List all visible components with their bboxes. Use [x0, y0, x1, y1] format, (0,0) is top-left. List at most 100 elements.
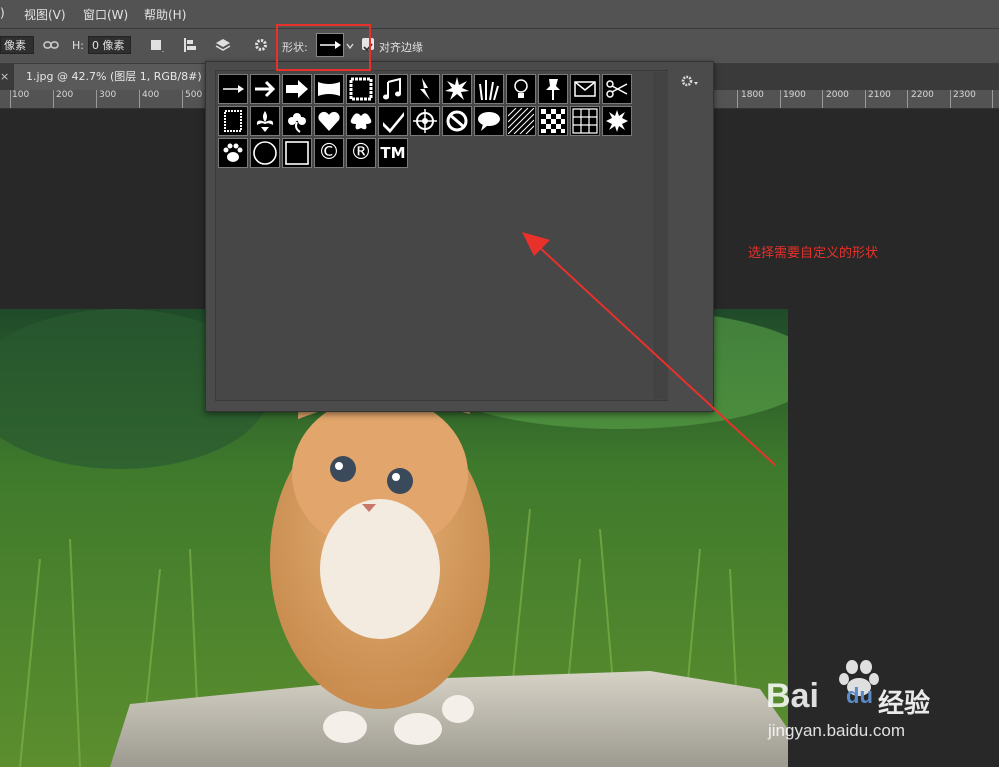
heart-icon — [318, 111, 340, 131]
checkerboard-icon — [541, 109, 565, 133]
baidu-watermark: Bai du 经验 jingyan.baidu.com — [762, 657, 942, 751]
height-label: H: — [72, 39, 84, 52]
options-bar: 像素 H: 0 像素 形状: 对齐边缘 — [0, 29, 999, 64]
shape-flower[interactable] — [282, 106, 312, 136]
shape-arrow-bold[interactable] — [282, 74, 312, 104]
ruler-tick — [907, 90, 908, 108]
square-icon — [285, 141, 309, 165]
annotation-text: 选择需要自定义的形状 — [748, 246, 879, 261]
shape-fleur-de-lis[interactable] — [250, 106, 280, 136]
ruler-tick — [737, 90, 738, 108]
highlight-box — [276, 24, 371, 71]
shape-starburst[interactable] — [442, 74, 472, 104]
shape-diagonal-lines[interactable] — [506, 106, 536, 136]
scissors-icon — [606, 80, 628, 98]
shape-grid[interactable] — [570, 106, 600, 136]
grid-icon — [572, 108, 598, 134]
lightning-icon — [420, 78, 430, 100]
puzzle-splash-icon — [350, 113, 372, 130]
music-notes-icon — [383, 77, 401, 100]
registered-icon: ® — [350, 140, 372, 165]
shape-heart[interactable] — [314, 106, 344, 136]
ruler-label: 2300 — [953, 90, 976, 100]
flower-icon — [288, 113, 306, 133]
ruler-label: 1800 — [741, 90, 764, 100]
arrow-thin-icon — [223, 85, 244, 93]
path-alignment-icon[interactable] — [182, 37, 198, 53]
grass-icon — [479, 80, 499, 101]
speech-bubble-icon — [478, 112, 500, 131]
tab-close-icon[interactable]: × — [0, 70, 9, 83]
shape-grass[interactable] — [474, 74, 504, 104]
watermark-product: 经验 — [878, 689, 931, 719]
shape-copyright[interactable]: © — [314, 138, 344, 168]
ruler-label: 100 — [12, 90, 30, 100]
shape-square[interactable] — [282, 138, 312, 168]
starburst-2-icon — [606, 110, 628, 132]
frame-wavy-icon — [349, 77, 373, 101]
frame-stamp-icon — [224, 110, 242, 132]
ruler-tick — [822, 90, 823, 108]
shape-no-symbol[interactable] — [442, 106, 472, 136]
menu-item-view[interactable]: 视图(V) — [24, 6, 66, 23]
ruler-tick — [950, 90, 951, 108]
ruler-label: 400 — [142, 90, 160, 100]
ruler-tick — [182, 90, 183, 108]
watermark-brand-du: du — [846, 683, 873, 708]
thumbtack-icon — [546, 79, 560, 100]
link-icon[interactable] — [43, 37, 59, 53]
menu-item-partial[interactable]: ) — [0, 6, 5, 20]
shape-speech-bubble[interactable] — [474, 106, 504, 136]
circle-icon — [253, 141, 277, 165]
shape-lightning[interactable] — [410, 74, 440, 104]
shape-frame-wavy[interactable] — [346, 74, 376, 104]
diagonal-lines-icon — [508, 108, 534, 134]
ruler-tick — [96, 90, 97, 108]
shape-thumbtack[interactable] — [538, 74, 568, 104]
menu-item-help[interactable]: 帮助(H) — [144, 6, 186, 23]
shape-frame-stamp[interactable] — [218, 106, 248, 136]
shape-music-notes[interactable] — [378, 74, 408, 104]
shape-envelope[interactable] — [570, 74, 600, 104]
shape-banner[interactable] — [314, 74, 344, 104]
checkmark-icon — [383, 112, 404, 133]
ruler-tick — [780, 90, 781, 108]
ruler-tick — [992, 90, 993, 108]
arrow-medium-icon — [255, 80, 276, 98]
path-arrangement-icon[interactable] — [215, 37, 231, 53]
panel-gear-icon[interactable] — [681, 74, 699, 88]
ruler-label: 1900 — [783, 90, 806, 100]
ruler-tick — [865, 90, 866, 108]
banner-icon — [318, 82, 340, 96]
arrow-bold-icon — [286, 80, 308, 98]
ruler-tick — [53, 90, 54, 108]
shape-trademark[interactable]: TM — [378, 138, 408, 168]
ruler-tick — [139, 90, 140, 108]
shape-arrow-medium[interactable] — [250, 74, 280, 104]
shape-starburst-2[interactable] — [602, 106, 632, 136]
align-edges-label: 对齐边缘 — [379, 41, 423, 54]
menu-item-window[interactable]: 窗口(W) — [83, 6, 128, 23]
gear-icon[interactable] — [253, 37, 269, 53]
shape-registered[interactable]: ® — [346, 138, 376, 168]
path-operations-icon[interactable] — [149, 37, 165, 53]
menu-bar: ) 视图(V) 窗口(W) 帮助(H) — [0, 0, 999, 29]
shape-target[interactable] — [410, 106, 440, 136]
shape-lightbulb[interactable] — [506, 74, 536, 104]
ruler-label: 2100 — [868, 90, 891, 100]
envelope-icon — [574, 81, 596, 97]
ruler-label: 2000 — [826, 90, 849, 100]
ruler-label: 300 — [99, 90, 117, 100]
paw-print-icon — [223, 143, 243, 162]
height-field[interactable]: 0 像素 — [88, 36, 131, 54]
shape-paw-print[interactable] — [218, 138, 248, 168]
shape-arrow-thin[interactable] — [218, 74, 248, 104]
target-icon — [413, 109, 437, 133]
document-tab[interactable]: 1.jpg @ 42.7% (图层 1, RGB/8#) * — [14, 64, 206, 90]
shape-scissors[interactable] — [602, 74, 632, 104]
shape-checkerboard[interactable] — [538, 106, 568, 136]
shape-checkmark[interactable] — [378, 106, 408, 136]
shape-puzzle-splash[interactable] — [346, 106, 376, 136]
shape-circle[interactable] — [250, 138, 280, 168]
width-field[interactable]: 像素 — [0, 36, 34, 54]
